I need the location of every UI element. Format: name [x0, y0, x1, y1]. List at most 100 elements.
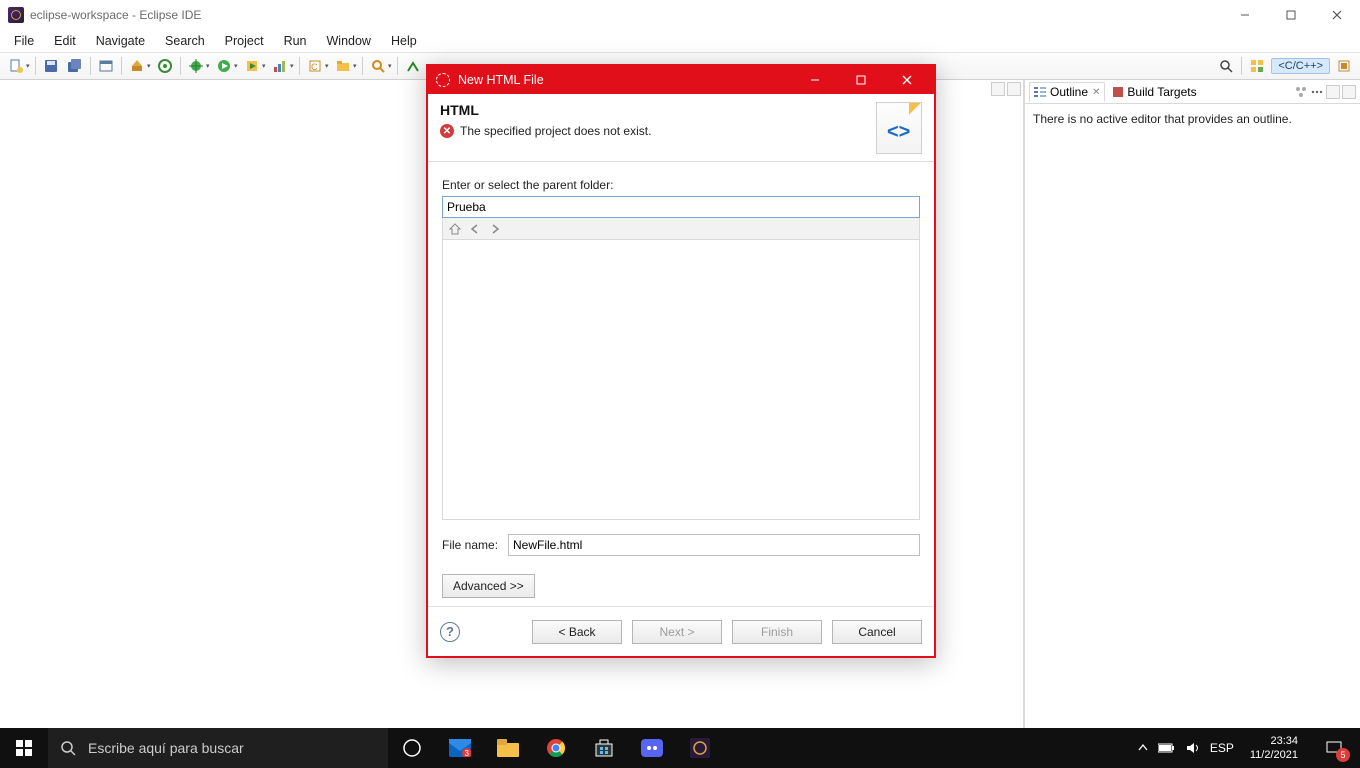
tab-outline[interactable]: Outline ✕: [1029, 82, 1105, 102]
view-menu-icon[interactable]: [1310, 85, 1324, 99]
build-target-icon[interactable]: [154, 55, 176, 77]
file-name-label: File name:: [442, 538, 500, 552]
minimize-outline-icon[interactable]: [1326, 85, 1340, 99]
volume-icon[interactable]: [1186, 741, 1200, 755]
finish-button[interactable]: Finish: [732, 620, 822, 644]
maximize-outline-icon[interactable]: [1342, 85, 1356, 99]
dialog-app-icon: [436, 73, 450, 87]
folder-tree[interactable]: [442, 240, 920, 520]
clock-date: 11/2/2021: [1250, 748, 1298, 762]
dialog-minimize-button[interactable]: [792, 68, 838, 92]
build-dropdown[interactable]: ▾: [147, 62, 153, 70]
cancel-button[interactable]: Cancel: [832, 620, 922, 644]
perspective-c-cpp[interactable]: <C/C++>: [1271, 58, 1330, 74]
clock-time: 23:34: [1270, 734, 1298, 748]
run-dropdown[interactable]: ▾: [234, 62, 240, 70]
taskbar-search-placeholder: Escribe aquí para buscar: [88, 740, 244, 756]
profile-dropdown[interactable]: ▾: [290, 62, 296, 70]
menu-help[interactable]: Help: [381, 32, 427, 50]
dialog-error-text: The specified project does not exist.: [460, 124, 651, 138]
dialog-title: New HTML File: [458, 73, 544, 87]
new-class-dropdown[interactable]: ▾: [325, 62, 331, 70]
advanced-button[interactable]: Advanced >>: [442, 574, 535, 598]
open-perspective-icon[interactable]: [1246, 55, 1268, 77]
run-icon[interactable]: [213, 55, 235, 77]
save-icon[interactable]: [40, 55, 62, 77]
back-icon[interactable]: [469, 223, 481, 235]
new-icon[interactable]: [5, 55, 27, 77]
file-name-input[interactable]: [508, 534, 920, 556]
svg-text:C: C: [311, 62, 318, 72]
new-dropdown[interactable]: ▾: [26, 62, 32, 70]
parent-folder-input[interactable]: [442, 196, 920, 218]
quick-search-icon[interactable]: [1215, 55, 1237, 77]
build-icon[interactable]: [126, 55, 148, 77]
dialog-maximize-button[interactable]: [838, 68, 884, 92]
close-button[interactable]: [1314, 0, 1360, 30]
window-title: eclipse-workspace - Eclipse IDE: [30, 8, 201, 22]
store-icon[interactable]: [580, 728, 628, 768]
minimize-button[interactable]: [1222, 0, 1268, 30]
forward-icon[interactable]: [489, 223, 501, 235]
outline-body: There is no active editor that provides …: [1025, 104, 1360, 728]
menubar: File Edit Navigate Search Project Run Wi…: [0, 30, 1360, 52]
menu-file[interactable]: File: [4, 32, 44, 50]
search-dropdown[interactable]: ▾: [388, 62, 394, 70]
coverage-dropdown[interactable]: ▾: [262, 62, 268, 70]
menu-run[interactable]: Run: [274, 32, 317, 50]
tab-build-targets[interactable]: Build Targets: [1109, 83, 1200, 101]
dialog-close-button[interactable]: [884, 68, 930, 92]
notif-badge: 5: [1336, 748, 1350, 762]
dialog-header: HTML ✕ The specified project does not ex…: [428, 94, 934, 162]
dialog-footer: ? < Back Next > Finish Cancel: [428, 606, 934, 656]
language-indicator[interactable]: ESP: [1210, 741, 1234, 755]
maximize-view-icon[interactable]: [1007, 82, 1021, 96]
titlebar: eclipse-workspace - Eclipse IDE: [0, 0, 1360, 30]
outline-panel: Outline ✕ Build Targets There is no acti…: [1024, 80, 1360, 728]
debug-icon[interactable]: [185, 55, 207, 77]
battery-icon[interactable]: [1158, 742, 1176, 754]
perspective-extra-icon[interactable]: [1333, 55, 1355, 77]
next-button[interactable]: Next >: [632, 620, 722, 644]
dialog-titlebar[interactable]: New HTML File: [428, 66, 934, 94]
explorer-icon[interactable]: [484, 728, 532, 768]
debug-dropdown[interactable]: ▾: [206, 62, 212, 70]
start-button[interactable]: [0, 728, 48, 768]
new-folder-icon[interactable]: [332, 55, 354, 77]
taskbar: Escribe aquí para buscar 3 ESP 23:34 11/…: [0, 728, 1360, 768]
tray-chevron-icon[interactable]: [1138, 743, 1148, 753]
error-icon: ✕: [440, 124, 454, 138]
minimize-view-icon[interactable]: [991, 82, 1005, 96]
toggle-mark-icon[interactable]: [402, 55, 424, 77]
new-folder-dropdown[interactable]: ▾: [353, 62, 359, 70]
save-all-icon[interactable]: [64, 55, 86, 77]
back-button[interactable]: < Back: [532, 620, 622, 644]
discord-icon[interactable]: [628, 728, 676, 768]
help-icon[interactable]: ?: [440, 622, 460, 642]
notifications-icon[interactable]: 5: [1314, 728, 1354, 768]
menu-edit[interactable]: Edit: [44, 32, 86, 50]
clock[interactable]: 23:34 11/2/2021: [1244, 734, 1304, 762]
close-tab-icon[interactable]: ✕: [1092, 87, 1100, 98]
new-class-icon[interactable]: C: [304, 55, 326, 77]
coverage-icon[interactable]: [241, 55, 263, 77]
cortana-icon[interactable]: [388, 728, 436, 768]
sort-icon[interactable]: [1294, 85, 1308, 99]
eclipse-app-icon[interactable]: [676, 728, 724, 768]
menu-navigate[interactable]: Navigate: [86, 32, 155, 50]
mail-app-icon[interactable]: 3: [436, 728, 484, 768]
menu-search[interactable]: Search: [155, 32, 215, 50]
switch-editor-icon[interactable]: [95, 55, 117, 77]
chrome-icon[interactable]: [532, 728, 580, 768]
menu-window[interactable]: Window: [317, 32, 381, 50]
build-targets-label: Build Targets: [1127, 85, 1196, 99]
build-targets-icon: [1113, 87, 1123, 97]
home-icon[interactable]: [449, 223, 461, 235]
profile-icon[interactable]: [269, 55, 291, 77]
svg-text:3: 3: [465, 749, 470, 757]
maximize-button[interactable]: [1268, 0, 1314, 30]
taskbar-search[interactable]: Escribe aquí para buscar: [48, 728, 388, 768]
dialog-heading: HTML: [440, 102, 651, 118]
search-icon[interactable]: [367, 55, 389, 77]
menu-project[interactable]: Project: [215, 32, 274, 50]
